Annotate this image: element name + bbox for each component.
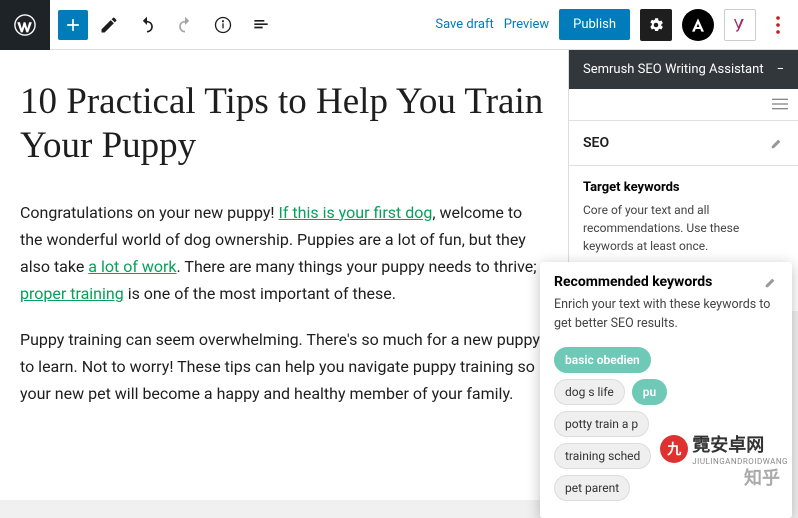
add-block-button[interactable] (58, 10, 88, 40)
reco-title: Recommended keywords (554, 274, 712, 290)
watermark-brand: 霓安卓网 (692, 431, 788, 457)
wordpress-logo[interactable] (0, 0, 50, 50)
p1-text-a: Congratulations on your new puppy! (20, 203, 279, 222)
link-lot-of-work[interactable]: a lot of work (88, 257, 176, 276)
paragraph-2[interactable]: Puppy training can seem overwhelming. Th… (20, 326, 548, 408)
reco-tag[interactable]: pu (632, 379, 667, 405)
redo-button[interactable] (168, 8, 202, 42)
edit-reco-icon[interactable] (764, 275, 778, 289)
panel-menu-row[interactable] (569, 89, 798, 121)
settings-button[interactable] (640, 9, 672, 41)
panel-title: Semrush SEO Writing Assistant (583, 62, 764, 77)
reco-desc: Enrich your text with these keywords to … (554, 296, 778, 334)
semrush-panel-header[interactable]: Semrush SEO Writing Assistant − (569, 50, 798, 89)
reco-tag[interactable]: training sched (554, 443, 651, 469)
reco-tag[interactable]: potty train a p (554, 411, 649, 437)
outline-button[interactable] (244, 8, 278, 42)
post-title[interactable]: 10 Practical Tips to Help You Train Your… (20, 80, 548, 169)
info-button[interactable] (206, 8, 240, 42)
link-first-dog[interactable]: If this is your first dog (279, 203, 433, 222)
save-draft-button[interactable]: Save draft (435, 17, 493, 32)
watermark-logo: 九 霓安卓网 JIULINGANDROIDWANG (660, 431, 788, 466)
edit-seo-icon[interactable] (770, 136, 784, 150)
reco-tag[interactable]: dog s life (554, 379, 625, 405)
zhihu-watermark: 知乎 (744, 464, 780, 490)
p1-text-c: . There are many things your puppy needs… (177, 257, 537, 276)
reco-tag[interactable]: pet parent (554, 475, 630, 501)
undo-button[interactable] (130, 8, 164, 42)
p1-text-d: is one of the most important of these. (124, 284, 396, 303)
plugin-a-button[interactable] (682, 9, 714, 41)
watermark-badge: 九 (660, 435, 688, 463)
more-menu-button[interactable] (766, 16, 790, 34)
edit-icon[interactable] (92, 8, 126, 42)
reco-tag[interactable]: basic obedien (554, 347, 651, 373)
minimize-icon[interactable]: − (777, 62, 784, 77)
seo-section-title: SEO (583, 135, 609, 151)
target-keywords-desc: Core of your text and all recommendation… (583, 201, 784, 255)
link-proper-training[interactable]: proper training (20, 284, 124, 303)
editor-content[interactable]: 10 Practical Tips to Help You Train Your… (0, 50, 568, 500)
publish-button[interactable]: Publish (559, 9, 630, 40)
preview-button[interactable]: Preview (504, 17, 549, 32)
target-keywords-title: Target keywords (583, 180, 784, 195)
yoast-button[interactable] (724, 9, 756, 41)
paragraph-1[interactable]: Congratulations on your new puppy! If th… (20, 199, 548, 308)
